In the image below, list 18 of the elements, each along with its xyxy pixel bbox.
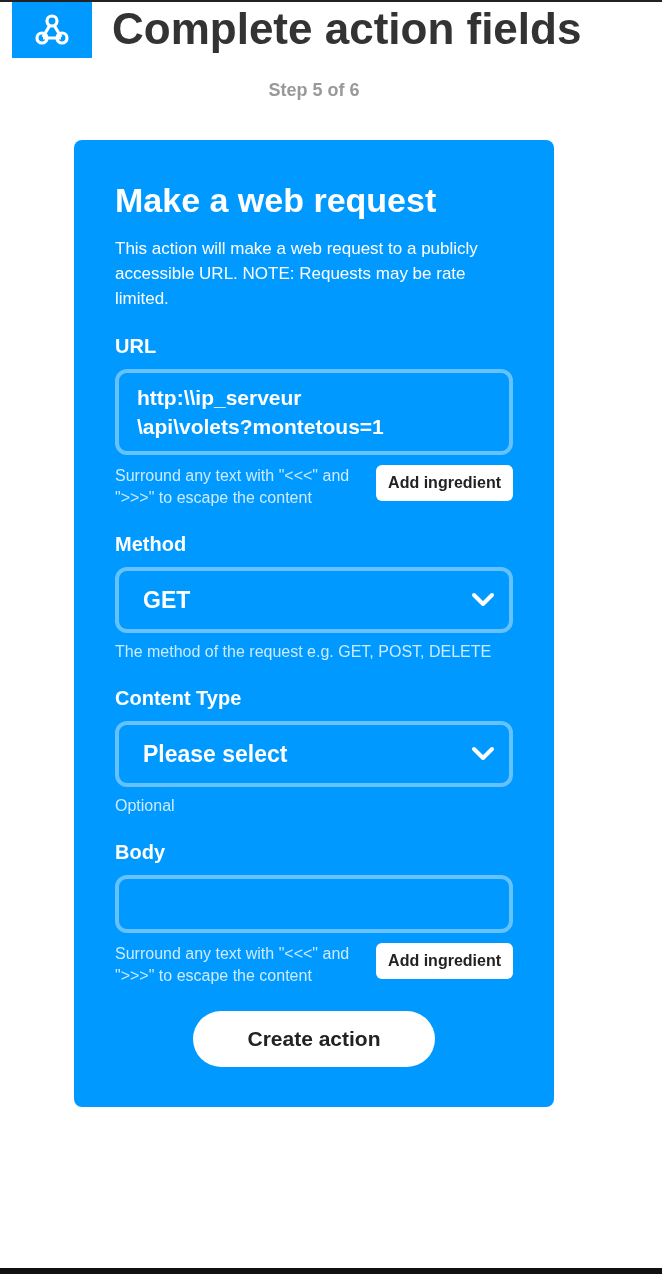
step-indicator: Step 5 of 6 [268, 80, 360, 101]
page-title: Complete action fields [112, 3, 582, 55]
card-title: Make a web request [115, 180, 438, 220]
field-label: Content Type [115, 686, 243, 711]
field-hint: The method of the request e.g. GET, POST, DELETE [115, 642, 493, 662]
input-field[interactable] [115, 875, 513, 933]
field-hint: Surround any text with "<<<" and ">>>" to escape the content [115, 466, 350, 508]
add-ingredient-button[interactable]: Add ingredient [376, 943, 513, 979]
chevron-down-icon [471, 746, 495, 762]
card-description: This action will make a web request to a publicly accessible URL. NOTE: Requests may be rate limited. [115, 238, 479, 310]
add-ingredient-button[interactable]: Add ingredient [376, 465, 513, 501]
field-label: Method [115, 532, 188, 557]
field-hint: Surround any text with "<<<" and ">>>" to escape the content [115, 944, 350, 986]
field-hint: Optional [115, 796, 176, 816]
field-label: URL [115, 334, 158, 359]
chevron-down-icon [471, 592, 495, 608]
create-action-button[interactable]: Create action [193, 1011, 435, 1067]
field-label: Body [115, 840, 166, 865]
